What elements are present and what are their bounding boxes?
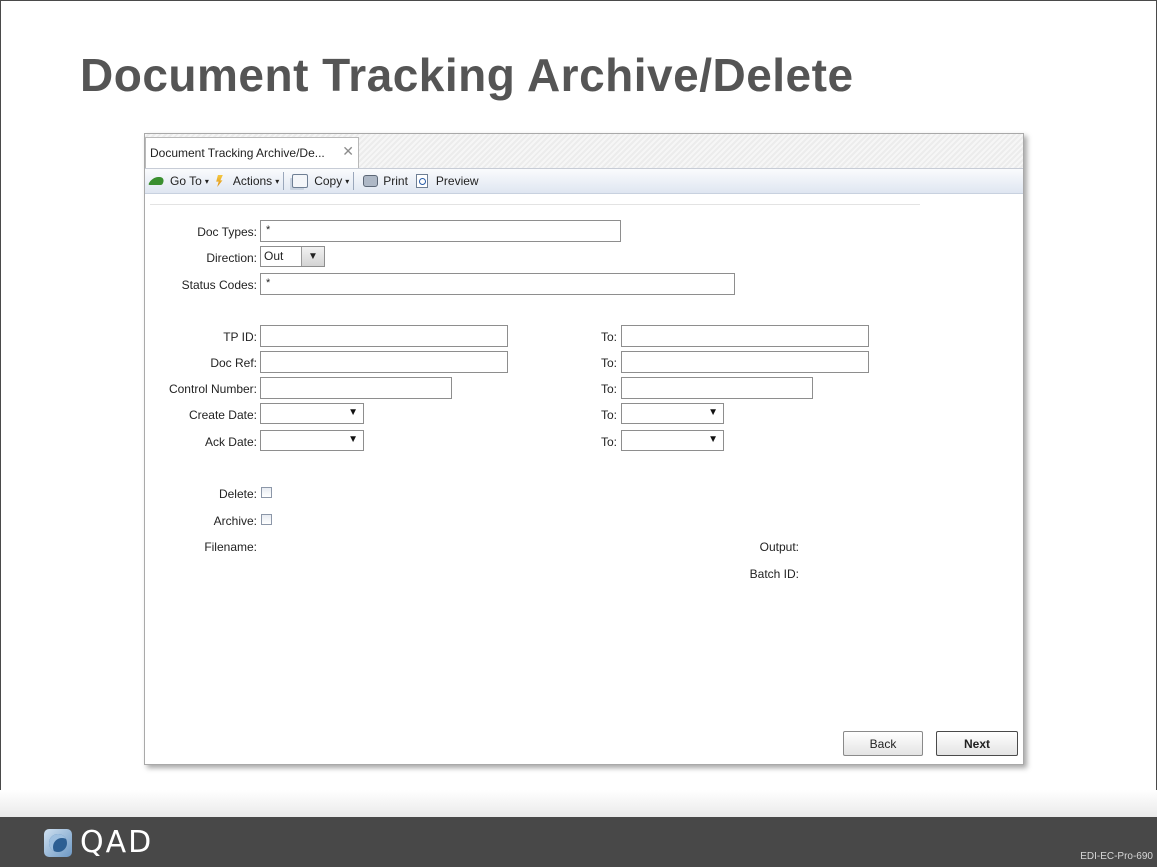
doc-ref-to-label: To: [601, 356, 618, 370]
divider [150, 204, 920, 205]
control-number-label: Control Number: [168, 382, 257, 396]
chevron-down-icon: ▼ [348, 407, 358, 418]
goto-icon [148, 177, 166, 185]
filename-label: Filename: [204, 540, 257, 554]
chevron-down-icon: ▼ [348, 434, 358, 445]
tp-id-label: TP ID: [223, 330, 257, 344]
toolbar: Go To ▾ Actions ▾ Copy ▾ Print Preview [145, 169, 1023, 194]
delete-label: Delete: [218, 487, 257, 501]
toolbar-separator [353, 172, 355, 190]
chevron-down-icon: ▼ [708, 434, 718, 445]
preview-label: Preview [435, 174, 479, 188]
preview-icon [415, 174, 428, 188]
archive-checkbox[interactable] [261, 514, 272, 525]
batch-id-label: Batch ID: [749, 567, 799, 581]
qad-logo: QAD [44, 827, 204, 859]
toolbar-separator [283, 172, 285, 190]
chevron-down-icon: ▾ [345, 176, 350, 186]
control-number-to-label: To: [601, 382, 618, 396]
direction-label: Direction: [206, 251, 257, 265]
doc-ref-to-input[interactable] [621, 351, 869, 373]
output-label: Output: [759, 540, 799, 554]
tp-id-to-label: To: [601, 330, 618, 344]
actions-label: Actions [232, 174, 273, 188]
direction-value: Out [264, 249, 284, 263]
status-codes-input[interactable]: * [260, 273, 735, 295]
close-icon[interactable]: ✕ [342, 143, 354, 160]
direction-select[interactable]: Out ▼ [260, 246, 325, 267]
next-button[interactable]: Next [936, 731, 1018, 756]
print-button[interactable]: Print [358, 169, 408, 193]
chevron-down-icon: ▼ [708, 407, 718, 418]
slide-title: Document Tracking Archive/Delete [80, 49, 854, 101]
doc-ref-input[interactable] [260, 351, 508, 373]
ack-date-label: Ack Date: [204, 435, 257, 449]
footer-gradient [0, 790, 1157, 818]
goto-label: Go To [170, 174, 202, 188]
create-date-to-select[interactable]: ▼ [621, 403, 724, 424]
lightning-icon [216, 175, 223, 187]
copy-button[interactable]: Copy ▾ [288, 169, 349, 193]
footer: QAD EDI-EC-Pro-690 [0, 817, 1157, 867]
control-number-to-input[interactable] [621, 377, 813, 399]
status-codes-label: Status Codes: [181, 278, 257, 292]
copy-label: Copy [314, 174, 343, 188]
create-date-to-label: To: [601, 408, 618, 422]
slide-code: EDI-EC-Pro-690 [1080, 851, 1153, 862]
doc-ref-label: Doc Ref: [210, 356, 257, 370]
tp-id-input[interactable] [260, 325, 508, 347]
goto-button[interactable]: Go To ▾ [145, 169, 209, 193]
application-window: Document Tracking Archive/De... ✕ Go To … [144, 133, 1024, 765]
doc-types-label: Doc Types: [197, 225, 257, 239]
preview-button[interactable]: Preview [408, 169, 479, 193]
actions-button[interactable]: Actions ▾ [209, 169, 279, 193]
tp-id-to-input[interactable] [621, 325, 869, 347]
archive-label: Archive: [213, 514, 257, 528]
ack-date-to-select[interactable]: ▼ [621, 430, 724, 451]
delete-checkbox[interactable] [261, 487, 272, 498]
chevron-down-icon: ▾ [275, 176, 280, 186]
printer-icon [363, 175, 379, 187]
control-number-input[interactable] [260, 377, 452, 399]
slide: Document Tracking Archive/Delete Documen… [0, 0, 1157, 867]
create-date-select[interactable]: ▼ [260, 403, 364, 424]
doc-types-input[interactable]: * [260, 220, 621, 242]
tab-document-tracking[interactable]: Document Tracking Archive/De... ✕ [145, 137, 359, 168]
chevron-down-icon: ▼ [301, 247, 324, 266]
qad-logo-icon [44, 829, 72, 857]
ack-date-to-label: To: [601, 435, 618, 449]
copy-icon [292, 174, 309, 188]
print-label: Print [383, 174, 408, 188]
tab-label: Document Tracking Archive/De... [150, 146, 325, 160]
back-button[interactable]: Back [843, 731, 923, 756]
tab-strip: Document Tracking Archive/De... ✕ [145, 134, 1023, 169]
qad-logo-text: QAD [80, 825, 154, 860]
create-date-label: Create Date: [188, 408, 257, 422]
ack-date-select[interactable]: ▼ [260, 430, 364, 451]
